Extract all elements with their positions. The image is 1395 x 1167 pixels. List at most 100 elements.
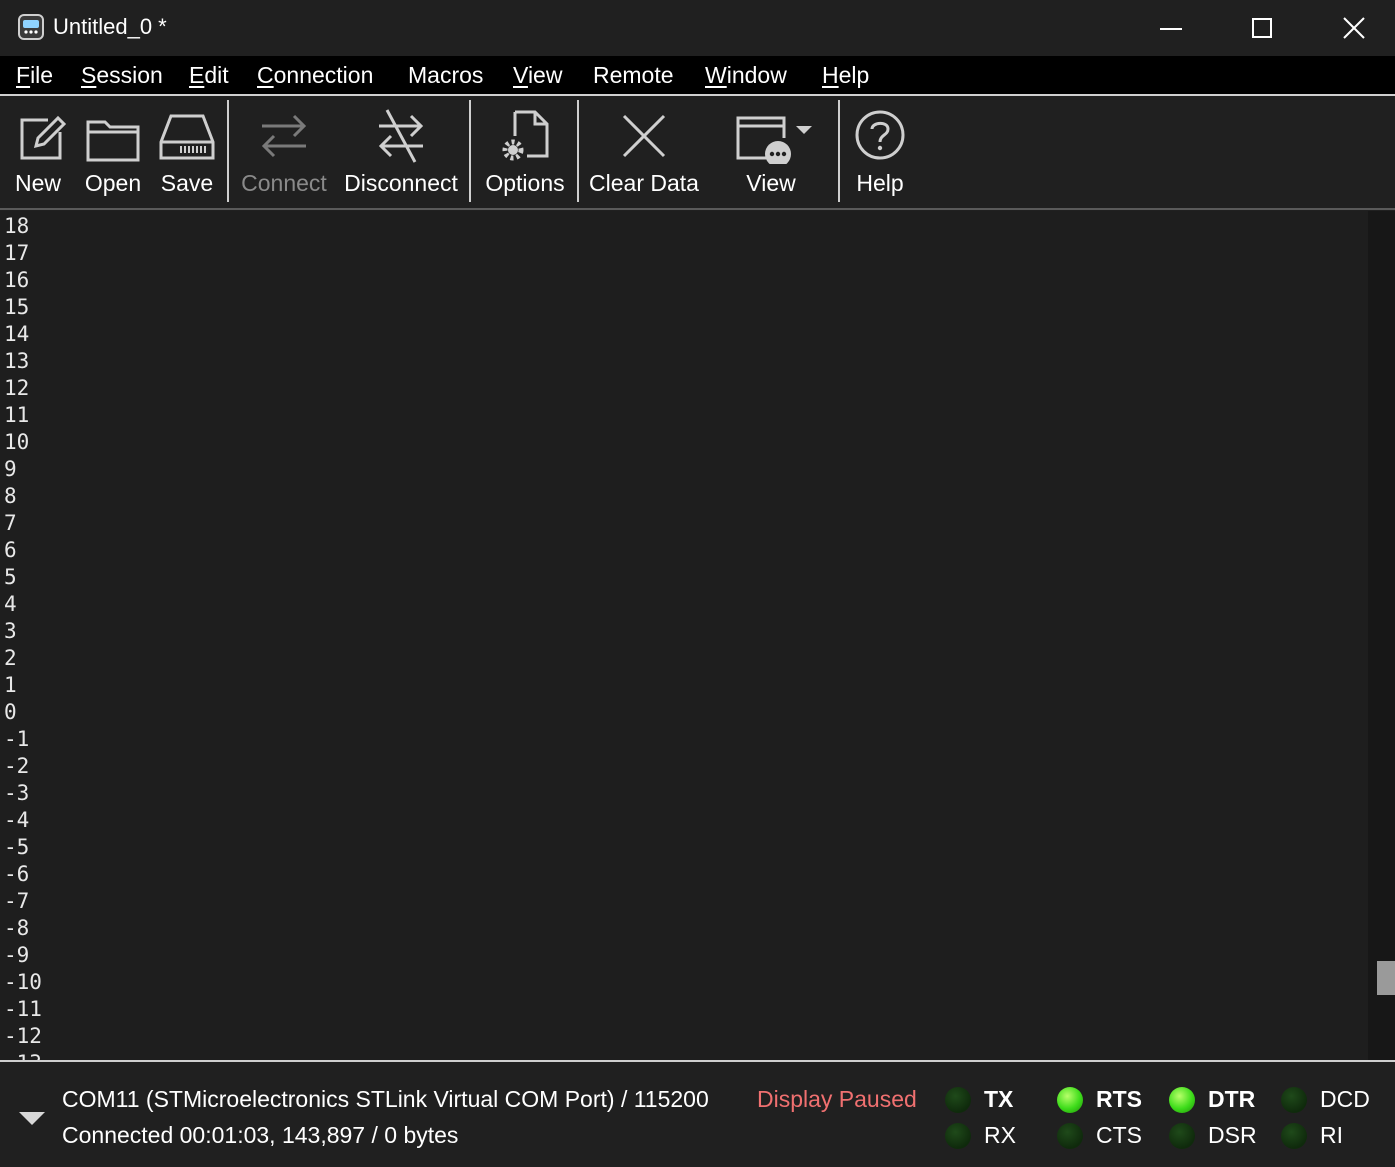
view-label: View xyxy=(746,170,796,196)
terminal-line: 9 xyxy=(4,457,17,481)
ri-led-indicator xyxy=(1281,1123,1307,1149)
terminal-line: -7 xyxy=(4,889,30,913)
clear-data-button[interactable]: Clear Data xyxy=(584,96,704,206)
menu-file[interactable]: File xyxy=(16,62,53,89)
menu-help[interactable]: Help xyxy=(822,62,869,89)
dcd-label: DCD xyxy=(1320,1086,1370,1112)
tx-label: TX xyxy=(984,1086,1014,1112)
view-dropdown-button[interactable]: View xyxy=(724,96,818,206)
dsr-led-indicator xyxy=(1169,1123,1195,1149)
terminal-line: -11 xyxy=(4,997,42,1021)
terminal-line: -6 xyxy=(4,862,30,886)
menu-view[interactable]: View xyxy=(513,62,562,89)
open-button[interactable]: Open xyxy=(80,96,146,206)
terminal-line: 13 xyxy=(4,349,30,373)
terminal-line: 15 xyxy=(4,295,30,319)
cts-label: CTS xyxy=(1096,1122,1142,1148)
connection-info: Connected 00:01:03, 143,897 / 0 bytes xyxy=(62,1122,459,1148)
view-window-icon xyxy=(736,116,812,164)
maximize-button[interactable] xyxy=(1216,0,1308,56)
terminal-line: 14 xyxy=(4,322,30,346)
terminal-line: -8 xyxy=(4,916,30,940)
options-gear-document-icon xyxy=(502,110,549,161)
connect-arrows-icon xyxy=(261,114,307,158)
toolbar-separator xyxy=(227,100,229,202)
save-button[interactable]: Save xyxy=(156,96,218,206)
save-label: Save xyxy=(160,170,214,196)
title-bar[interactable]: Untitled_0 * xyxy=(0,0,1395,56)
port-info: COM11 (STMicroelectronics STLink Virtual… xyxy=(62,1086,709,1112)
toolbar: New Open Save Connect Disconnect Options… xyxy=(0,96,1395,210)
minimize-button[interactable] xyxy=(1125,0,1217,56)
tx-led-indicator xyxy=(945,1087,971,1113)
close-icon xyxy=(1343,17,1365,39)
menu-window[interactable]: Window xyxy=(705,62,787,89)
toolbar-separator xyxy=(469,100,471,202)
minimize-icon xyxy=(1160,28,1182,30)
maximize-icon xyxy=(1252,18,1272,38)
menu-bar: File Session Edit Connection Macros View… xyxy=(0,56,1395,96)
menu-session[interactable]: Session xyxy=(81,62,163,89)
rx-label: RX xyxy=(984,1122,1016,1148)
cts-led-indicator xyxy=(1057,1123,1083,1149)
menu-remote[interactable]: Remote xyxy=(593,62,674,89)
new-label: New xyxy=(14,170,61,196)
terminal-output[interactable]: 18 17 16 15 14 13 12 11 10 9 8 7 6 5 4 3 2 1 0 -1 -2 -3 -4 -5 -6… xyxy=(0,211,1368,1060)
terminal-line: 10 xyxy=(4,430,30,454)
rx-led-indicator xyxy=(945,1123,971,1149)
help-label: Help xyxy=(856,170,904,196)
menu-macros[interactable]: Macros xyxy=(408,62,483,89)
collapse-chevron-icon[interactable] xyxy=(19,1112,45,1125)
dtr-label: DTR xyxy=(1208,1086,1256,1112)
connect-button[interactable]: Connect xyxy=(236,96,332,206)
terminal-line: 11 xyxy=(4,403,30,427)
folder-open-icon xyxy=(86,120,140,162)
terminal-line: -1 xyxy=(4,727,30,751)
open-label: Open xyxy=(84,170,142,196)
options-button[interactable]: Options xyxy=(478,96,572,206)
disconnect-icon xyxy=(378,109,424,163)
terminal-line: -2 xyxy=(4,754,30,778)
terminal-line: 8 xyxy=(4,484,17,508)
dcd-led-indicator xyxy=(1281,1087,1307,1113)
terminal-line: 3 xyxy=(4,619,17,643)
terminal-line: 0 xyxy=(4,700,17,724)
rts-label: RTS xyxy=(1096,1086,1142,1112)
terminal-line: 12 xyxy=(4,376,30,400)
disconnect-button[interactable]: Disconnect xyxy=(338,96,464,206)
terminal-line: 5 xyxy=(4,565,17,589)
new-button[interactable]: New xyxy=(6,96,70,206)
options-label: Options xyxy=(485,170,565,196)
terminal-line: 4 xyxy=(4,592,17,616)
terminal-line: -3 xyxy=(4,781,30,805)
dtr-led-indicator[interactable] xyxy=(1169,1087,1195,1113)
menu-edit[interactable]: Edit xyxy=(189,62,229,89)
disconnect-label: Disconnect xyxy=(344,170,458,196)
close-button[interactable] xyxy=(1308,0,1395,56)
status-bar: COM11 (STMicroelectronics STLink Virtual… xyxy=(0,1060,1395,1167)
display-paused-indicator[interactable]: Display Paused xyxy=(757,1086,917,1113)
terminal-line: -12 xyxy=(4,1024,42,1048)
help-button[interactable]: Help xyxy=(846,96,914,206)
terminal-line: 6 xyxy=(4,538,17,562)
ri-label: RI xyxy=(1320,1122,1343,1148)
app-icon xyxy=(18,14,44,40)
terminal-line: 17 xyxy=(4,241,30,265)
terminal-lines: 18 17 16 15 14 13 12 11 10 9 8 7 6 5 4 3 2 1 0 -1 -2 -3 -4 -5 -6… xyxy=(4,213,42,1060)
vertical-scrollbar[interactable] xyxy=(1368,211,1395,1060)
dsr-label: DSR xyxy=(1208,1122,1257,1148)
terminal-line: 18 xyxy=(4,214,30,238)
terminal-line: -5 xyxy=(4,835,30,859)
clear-data-label: Clear Data xyxy=(589,170,699,196)
new-document-icon xyxy=(20,115,66,160)
scrollbar-thumb[interactable] xyxy=(1377,961,1395,995)
clear-x-icon xyxy=(622,114,666,158)
terminal-line: -10 xyxy=(4,970,42,994)
terminal-line: -4 xyxy=(4,808,30,832)
terminal-line: 7 xyxy=(4,511,17,535)
toolbar-separator xyxy=(838,100,840,202)
rts-led-indicator[interactable] xyxy=(1057,1087,1083,1113)
connect-label: Connect xyxy=(241,170,327,196)
menu-connection[interactable]: Connection xyxy=(257,62,373,89)
terminal-line: 16 xyxy=(4,268,30,292)
